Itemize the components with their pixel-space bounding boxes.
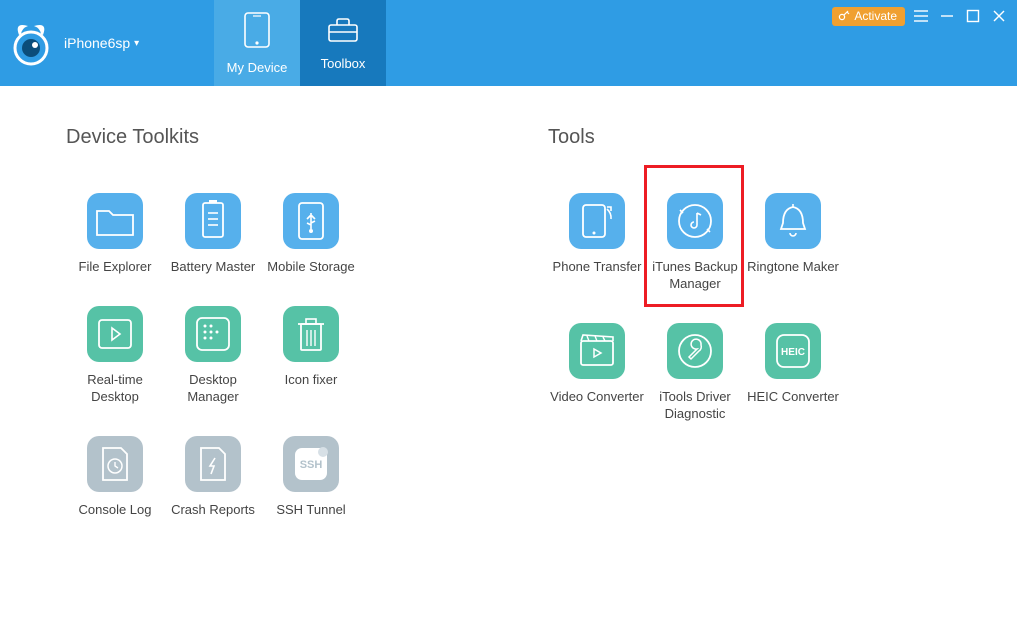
ssh-icon <box>283 436 339 492</box>
toolkit-tile[interactable]: Crash Reports <box>164 436 262 519</box>
clapper-play-icon <box>569 323 625 379</box>
device-toolkits-grid: File Explorer Battery Master Mobile Storag… <box>66 193 490 519</box>
bell-icon <box>765 193 821 249</box>
device-selector[interactable]: iPhone6sp <box>64 35 139 51</box>
heic-icon <box>765 323 821 379</box>
tool-tile[interactable]: Video Converter <box>548 323 646 423</box>
crash-file-icon <box>185 436 241 492</box>
menu-button[interactable] <box>911 6 931 26</box>
maximize-icon <box>966 9 980 23</box>
app-logo-icon <box>8 20 54 66</box>
device-name-label: iPhone6sp <box>64 35 130 51</box>
close-button[interactable] <box>989 6 1009 26</box>
tile-label: File Explorer <box>79 259 152 276</box>
activate-label: Activate <box>854 9 897 23</box>
tools-section: Tools Phone TransferiTunes Backup Manage… <box>490 126 1017 519</box>
activate-button[interactable]: Activate <box>832 7 905 26</box>
tab-label: My Device <box>227 60 288 75</box>
toolkit-tile[interactable]: Console Log <box>66 436 164 519</box>
section-title: Tools <box>548 126 1017 149</box>
minimize-button[interactable] <box>937 6 957 26</box>
nav-tabs: My Device Toolbox <box>214 0 386 86</box>
close-icon <box>992 9 1006 23</box>
wrench-circle-icon <box>667 323 723 379</box>
toolkit-tile[interactable]: Battery Master <box>164 193 262 276</box>
tab-toolbox[interactable]: Toolbox <box>300 0 386 86</box>
toolkit-tile[interactable]: SSH Tunnel <box>262 436 360 519</box>
folder-icon <box>87 193 143 249</box>
tile-label: Mobile Storage <box>267 259 354 276</box>
tablet-icon <box>242 11 272 52</box>
toolkit-tile[interactable]: Mobile Storage <box>262 193 360 276</box>
tool-tile[interactable]: HEIC Converter <box>744 323 842 423</box>
tab-label: Toolbox <box>321 56 366 71</box>
tile-label: Icon fixer <box>285 372 338 389</box>
tool-tile[interactable]: Ringtone Maker <box>744 193 842 293</box>
toolkit-tile[interactable]: Real-time Desktop <box>66 306 164 406</box>
tile-label: Ringtone Maker <box>747 259 839 276</box>
section-title: Device Toolkits <box>66 126 490 149</box>
phone-transfer-icon <box>569 193 625 249</box>
clock-file-icon <box>87 436 143 492</box>
play-window-icon <box>87 306 143 362</box>
toolkit-tile[interactable]: File Explorer <box>66 193 164 276</box>
key-icon <box>838 9 850 24</box>
window-controls: Activate <box>832 6 1009 26</box>
toolkit-tile[interactable]: Icon fixer <box>262 306 360 406</box>
tile-label: Video Converter <box>550 389 644 406</box>
usb-icon <box>283 193 339 249</box>
battery-icon <box>185 193 241 249</box>
device-toolkits-section: Device Toolkits File Explorer Battery Mas… <box>0 126 490 519</box>
logo-area: iPhone6sp <box>0 0 214 86</box>
trash-icon <box>283 306 339 362</box>
tile-label: iTools Driver Diagnostic <box>646 389 744 423</box>
music-refresh-icon <box>667 193 723 249</box>
tool-tile[interactable]: Phone Transfer <box>548 193 646 293</box>
menu-icon <box>913 9 929 23</box>
tile-label: Crash Reports <box>171 502 255 519</box>
tile-label: Real-time Desktop <box>66 372 164 406</box>
toolbox-icon <box>325 15 361 48</box>
header: iPhone6sp My Device Toolbox <box>0 0 1017 86</box>
tab-my-device[interactable]: My Device <box>214 0 300 86</box>
maximize-button[interactable] <box>963 6 983 26</box>
tile-label: HEIC Converter <box>747 389 839 406</box>
toolkit-tile[interactable]: Desktop Manager <box>164 306 262 406</box>
minimize-icon <box>940 9 954 23</box>
tile-label: SSH Tunnel <box>276 502 345 519</box>
tile-label: Desktop Manager <box>164 372 262 406</box>
content: Device Toolkits File Explorer Battery Mas… <box>0 86 1017 519</box>
tile-label: Phone Transfer <box>553 259 642 276</box>
tile-label: iTunes Backup Manager <box>646 259 744 293</box>
tile-label: Battery Master <box>171 259 256 276</box>
tile-label: Console Log <box>79 502 152 519</box>
tool-tile[interactable]: iTools Driver Diagnostic <box>646 323 744 423</box>
tools-grid: Phone TransferiTunes Backup ManagerRingt… <box>548 193 1017 423</box>
tool-tile[interactable]: iTunes Backup Manager <box>646 193 744 293</box>
grid-icon <box>185 306 241 362</box>
